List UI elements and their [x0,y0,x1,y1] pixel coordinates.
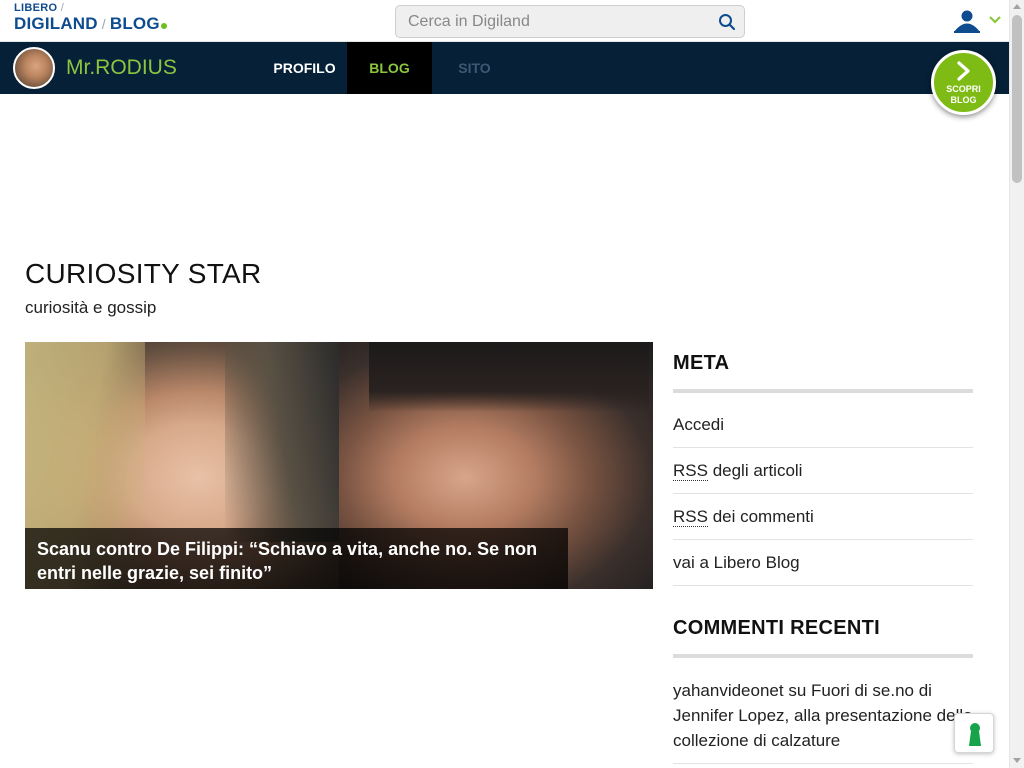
rss-abbr: RSS [673,461,708,481]
scroll-down-icon[interactable] [1013,758,1021,763]
meta-widget-title: META [673,352,730,374]
avatar[interactable] [13,47,55,89]
featured-post[interactable]: Scanu contro De Filippi: “Schiavo a vita… [25,342,653,589]
tab-sito[interactable]: SITO [432,42,517,94]
widget-divider [673,654,973,658]
search-icon[interactable] [718,13,736,31]
page-scrollbar[interactable] [1009,0,1024,768]
image-detail [225,342,339,542]
comment-divider [673,763,973,764]
meta-item-label: vai a Libero Blog [673,553,800,572]
profile-username[interactable]: Mr.RODIUS [66,56,177,80]
tab-blog[interactable]: BLOG [347,42,432,94]
user-menu[interactable] [952,9,1004,35]
chevron-right-icon [957,61,970,81]
rss-abbr: RSS [673,507,708,527]
search-box [395,5,745,38]
widget-divider [673,389,973,393]
recent-comment-item[interactable]: yahanvideonet su Fuori di se.no di Jenni… [673,678,973,753]
scroll-up-icon[interactable] [1013,4,1021,9]
tab-profilo[interactable]: PROFILO [262,42,347,94]
recent-comments-title: COMMENTI RECENTI [673,617,881,639]
profile-nav-bar: Mr.RODIUS PROFILO BLOG SITO [0,42,1009,94]
meta-rss-articles-link[interactable]: RSS degli articoli [673,448,973,494]
meta-item-label: dei commenti [707,507,814,526]
keyhole-icon [969,723,981,746]
top-bar: LIBERO / DIGILAND / BLOG [0,0,1009,42]
chevron-down-icon[interactable] [988,14,1002,26]
logo-dot-icon [160,23,167,29]
digiland-logo[interactable]: LIBERO / DIGILAND / BLOG [14,3,167,32]
scrollbar-thumb[interactable] [1012,15,1022,183]
search-input[interactable] [396,6,706,37]
meta-item-label: degli articoli [707,461,803,480]
meta-item-label: Accedi [673,415,725,434]
privacy-settings-button[interactable] [954,713,994,753]
logo-libero: LIBERO / [14,2,65,14]
logo-digiland-blog: DIGILAND / BLOG [14,15,167,32]
site-title[interactable]: CURIOSITY STAR [25,258,262,290]
featured-post-title[interactable]: Scanu contro De Filippi: “Schiavo a vita… [25,528,568,589]
meta-login-link[interactable]: Accedi [673,402,973,448]
scopri-blog-label: SCOPRI BLOG [946,84,981,105]
image-detail [369,342,649,412]
site-description: curiosità e gossip [25,298,157,317]
meta-libero-blog-link[interactable]: vai a Libero Blog [673,540,973,586]
user-icon[interactable] [952,9,982,33]
meta-rss-comments-link[interactable]: RSS dei commenti [673,494,973,540]
scopri-blog-button[interactable]: SCOPRI BLOG [931,50,996,115]
